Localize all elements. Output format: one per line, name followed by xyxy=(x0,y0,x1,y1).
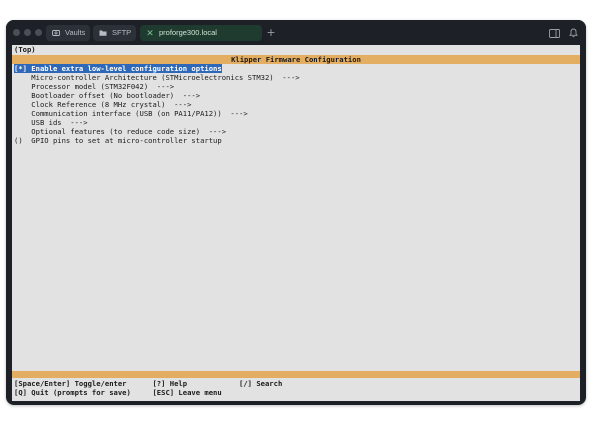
bell-icon[interactable] xyxy=(566,26,580,40)
plus-icon: + xyxy=(266,26,276,39)
window-titlebar: Vaults SFTP ✕ proforge300.local + xyxy=(6,20,586,45)
close-icon[interactable]: ✕ xyxy=(146,28,154,38)
tab-label: Vaults xyxy=(65,28,86,37)
tab-proforge300[interactable]: ✕ proforge300.local xyxy=(140,25,262,41)
new-tab-button[interactable]: + xyxy=(264,25,278,41)
menu-breadcrumb: (Top) xyxy=(14,45,36,54)
help-line-1: [Space/Enter] Toggle/enter [?] Help [/] … xyxy=(14,379,283,388)
tab-label: proforge300.local xyxy=(159,28,217,37)
terminal-window: Vaults SFTP ✕ proforge300.local + (Top) … xyxy=(6,20,586,405)
tab-label: SFTP xyxy=(112,28,132,37)
vault-icon xyxy=(52,29,60,37)
minimize-window-button[interactable] xyxy=(24,29,31,36)
menu-item-communication-interface[interactable]: Communication interface (USB (on PA11/PA… xyxy=(14,109,247,118)
menu-item-usb-ids[interactable]: USB ids ---> xyxy=(14,118,87,127)
menu-item-clock-reference[interactable]: Clock Reference (8 MHz crystal) ---> xyxy=(14,100,191,109)
folder-icon xyxy=(99,29,107,37)
menu-item-processor-model[interactable]: Processor model (STM32F042) ---> xyxy=(14,82,174,91)
terminal-screen[interactable]: (Top) Klipper Firmware Configuration [*]… xyxy=(12,45,580,401)
close-window-button[interactable] xyxy=(13,29,20,36)
menu-item-architecture[interactable]: Micro-controller Architecture (STMicroel… xyxy=(14,73,299,82)
help-separator-bar xyxy=(12,371,580,378)
menu-item-gpio-pins[interactable]: () GPIO pins to set at micro-controller … xyxy=(14,136,222,145)
split-view-icon[interactable] xyxy=(547,26,561,40)
zoom-window-button[interactable] xyxy=(35,29,42,36)
menu-item-bootloader-offset[interactable]: Bootloader offset (No bootloader) ---> xyxy=(14,91,200,100)
help-line-2: [Q] Quit (prompts for save) [ESC] Leave … xyxy=(14,388,222,397)
tab-vaults[interactable]: Vaults xyxy=(46,25,90,41)
menu-item-extra-low-level[interactable]: [*] Enable extra low-level configuration… xyxy=(14,64,222,73)
menuconfig-title: Klipper Firmware Configuration xyxy=(12,55,580,64)
menu-item-optional-features[interactable]: Optional features (to reduce code size) … xyxy=(14,127,226,136)
tab-sftp[interactable]: SFTP xyxy=(93,25,136,41)
